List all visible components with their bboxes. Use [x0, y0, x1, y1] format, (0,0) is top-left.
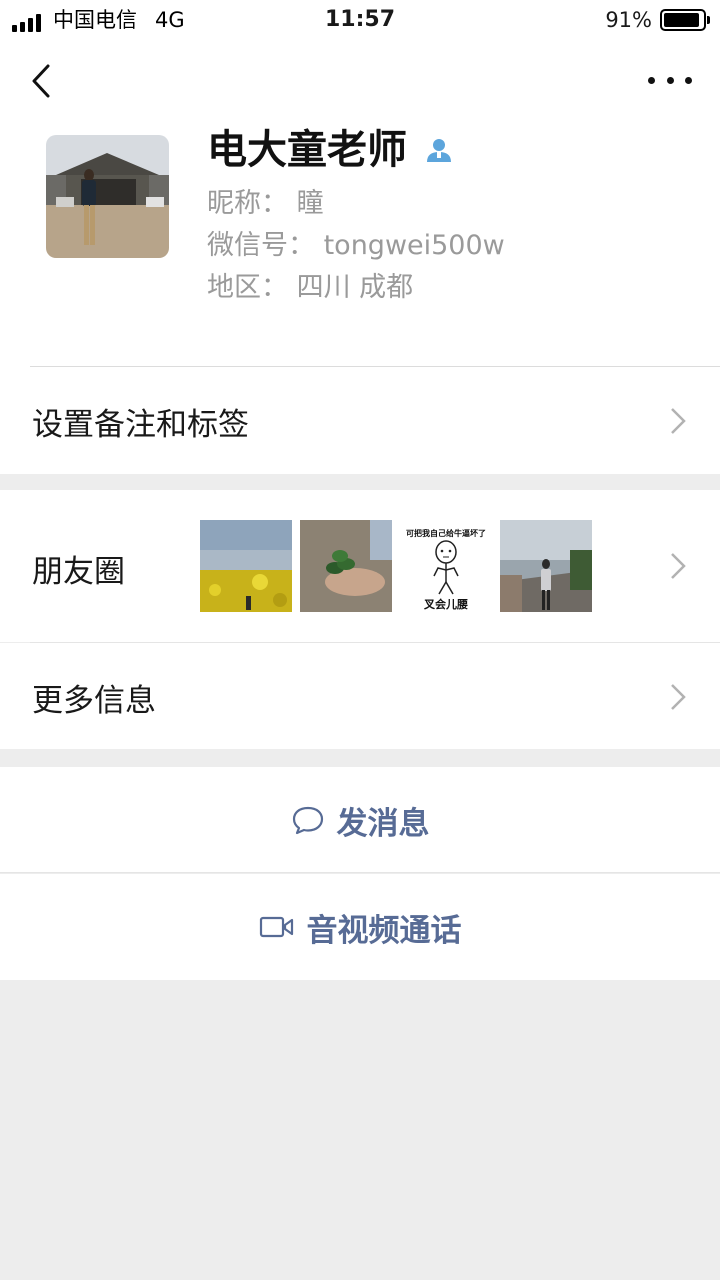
battery-icon	[660, 9, 710, 31]
avatar-photo	[46, 135, 169, 258]
moments-row[interactable]: 朋友圈 可把我自己给牛逼坏了 叉会儿腰	[0, 490, 720, 642]
back-button[interactable]	[26, 60, 66, 104]
more-dots-icon	[648, 76, 692, 84]
divider	[0, 872, 720, 873]
nickname: 昵称： 瞳	[207, 188, 324, 219]
video-camera-icon	[259, 916, 293, 938]
status-bar: 中国电信 4G 11:57 91%	[0, 0, 720, 40]
meme-top-text: 可把我自己给牛逼坏了	[406, 529, 486, 538]
moments-photo-3-meme[interactable]: 可把我自己给牛逼坏了 叉会儿腰	[400, 520, 492, 612]
set-remark-row[interactable]: 设置备注和标签	[0, 367, 720, 473]
contact-person-icon	[427, 139, 451, 162]
more-options-button[interactable]	[648, 68, 692, 92]
set-remark-label: 设置备注和标签	[32, 407, 249, 443]
moments-thumbnails: 可把我自己给牛逼坏了 叉会儿腰	[200, 520, 592, 612]
chevron-right-icon	[671, 408, 686, 434]
chat-bubble-icon	[292, 806, 323, 835]
moments-photo-2[interactable]	[300, 520, 392, 612]
avatar[interactable]	[46, 135, 169, 258]
display-name: 电大童老师	[207, 127, 407, 173]
video-call-button[interactable]: 音视频通话	[0, 874, 720, 980]
moments-photo-4[interactable]	[500, 520, 592, 612]
profile-header: 电大童老师 昵称： 瞳 微信号： tongwei500w 地区： 四川 成都 设…	[0, 40, 720, 474]
region: 地区： 四川 成都	[207, 272, 414, 303]
chevron-right-icon	[671, 553, 686, 579]
battery-percent: 91%	[605, 8, 652, 32]
moments-label: 朋友圈	[32, 554, 125, 590]
more-info-row[interactable]: 更多信息	[0, 643, 720, 749]
more-info-label: 更多信息	[32, 683, 156, 719]
back-arrow-icon	[32, 64, 50, 98]
wechat-id: 微信号： tongwei500w	[207, 230, 505, 261]
send-message-label: 发消息	[336, 805, 430, 842]
meme-bottom-text: 叉会儿腰	[424, 598, 468, 611]
chevron-right-icon	[671, 684, 686, 710]
meme-figure	[433, 540, 459, 595]
moments-photo-1[interactable]	[200, 520, 292, 612]
send-message-button[interactable]: 发消息	[0, 767, 720, 873]
video-call-label: 音视频通话	[306, 912, 462, 949]
